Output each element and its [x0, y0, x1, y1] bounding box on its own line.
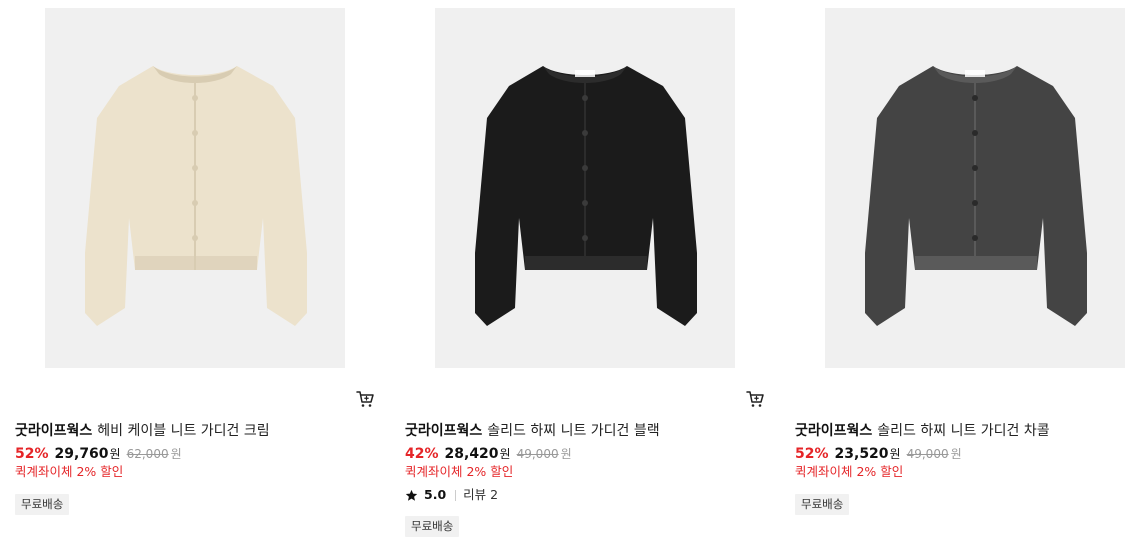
price-row: 52% 23,520원 49,000 원 [795, 444, 962, 464]
price-row: 42% 28,420원 49,000 원 [405, 444, 572, 464]
sale-price: 23,520 [834, 446, 889, 462]
sale-price: 28,420 [444, 446, 499, 462]
product-title[interactable]: 굿라이프웍스 솔리드 하찌 니트 가디건 차콜 [795, 421, 1131, 441]
free-shipping-badge: 무료배송 [795, 494, 850, 515]
star-icon [405, 489, 418, 502]
original-price: 49,000 [516, 447, 559, 461]
review-count[interactable]: 리뷰 2 [463, 486, 498, 504]
original-currency-label: 원 [950, 447, 962, 461]
payment-promo: 퀵계좌이체 2% 할인 [15, 464, 124, 479]
rating-row[interactable]: 5.0 리뷰 2 [405, 486, 498, 504]
product-card[interactable]: 굿라이프웍스 솔리드 하찌 니트 가디건 블랙 42% 28,420원 49,000 원… [405, 0, 765, 537]
payment-promo: 퀵계좌이체 2% 할인 [405, 464, 514, 479]
product-name[interactable]: 헤비 케이블 니트 가디건 크림 [97, 423, 269, 439]
cart-icon [356, 391, 374, 407]
sale-price: 29,760 [54, 446, 109, 462]
price-row: 52% 29,760원 62,000 원 [15, 444, 182, 464]
free-shipping-badge: 무료배송 [405, 516, 460, 537]
currency-label: 원 [889, 447, 901, 461]
product-image[interactable] [825, 8, 1125, 368]
currency-label: 원 [499, 447, 511, 461]
product-card[interactable]: 굿라이프웍스 솔리드 하찌 니트 가디건 차콜 52% 23,520원 49,000 원… [795, 0, 1131, 532]
add-to-cart-button[interactable] [746, 390, 764, 408]
product-title[interactable]: 굿라이프웍스 헤비 케이블 니트 가디건 크림 [15, 421, 355, 441]
cardigan-image [825, 8, 1125, 368]
add-to-cart-button[interactable] [356, 390, 374, 408]
cart-icon [746, 391, 764, 407]
original-price: 62,000 [126, 447, 169, 461]
original-price: 49,000 [906, 447, 949, 461]
payment-promo: 퀵계좌이체 2% 할인 [795, 464, 904, 479]
original-currency-label: 원 [170, 447, 182, 461]
currency-label: 원 [109, 447, 121, 461]
product-card[interactable]: 굿라이프웍스 헤비 케이블 니트 가디건 크림 52% 29,760원 62,000 원… [15, 0, 375, 532]
discount-rate: 52% [795, 446, 829, 462]
product-name[interactable]: 솔리드 하찌 니트 가디건 차콜 [877, 423, 1049, 439]
discount-rate: 42% [405, 446, 439, 462]
brand-name[interactable]: 굿라이프웍스 [405, 423, 482, 439]
discount-rate: 52% [15, 446, 49, 462]
product-name[interactable]: 솔리드 하찌 니트 가디건 블랙 [487, 423, 659, 439]
free-shipping-badge: 무료배송 [15, 494, 70, 515]
cardigan-image [45, 8, 345, 368]
original-currency-label: 원 [560, 447, 572, 461]
brand-name[interactable]: 굿라이프웍스 [15, 423, 92, 439]
brand-name[interactable]: 굿라이프웍스 [795, 423, 872, 439]
product-image[interactable] [435, 8, 735, 368]
cardigan-image [435, 8, 735, 368]
divider [455, 489, 457, 501]
product-title[interactable]: 굿라이프웍스 솔리드 하찌 니트 가디건 블랙 [405, 421, 745, 441]
product-image[interactable] [45, 8, 345, 368]
rating-score: 5.0 [424, 487, 447, 502]
